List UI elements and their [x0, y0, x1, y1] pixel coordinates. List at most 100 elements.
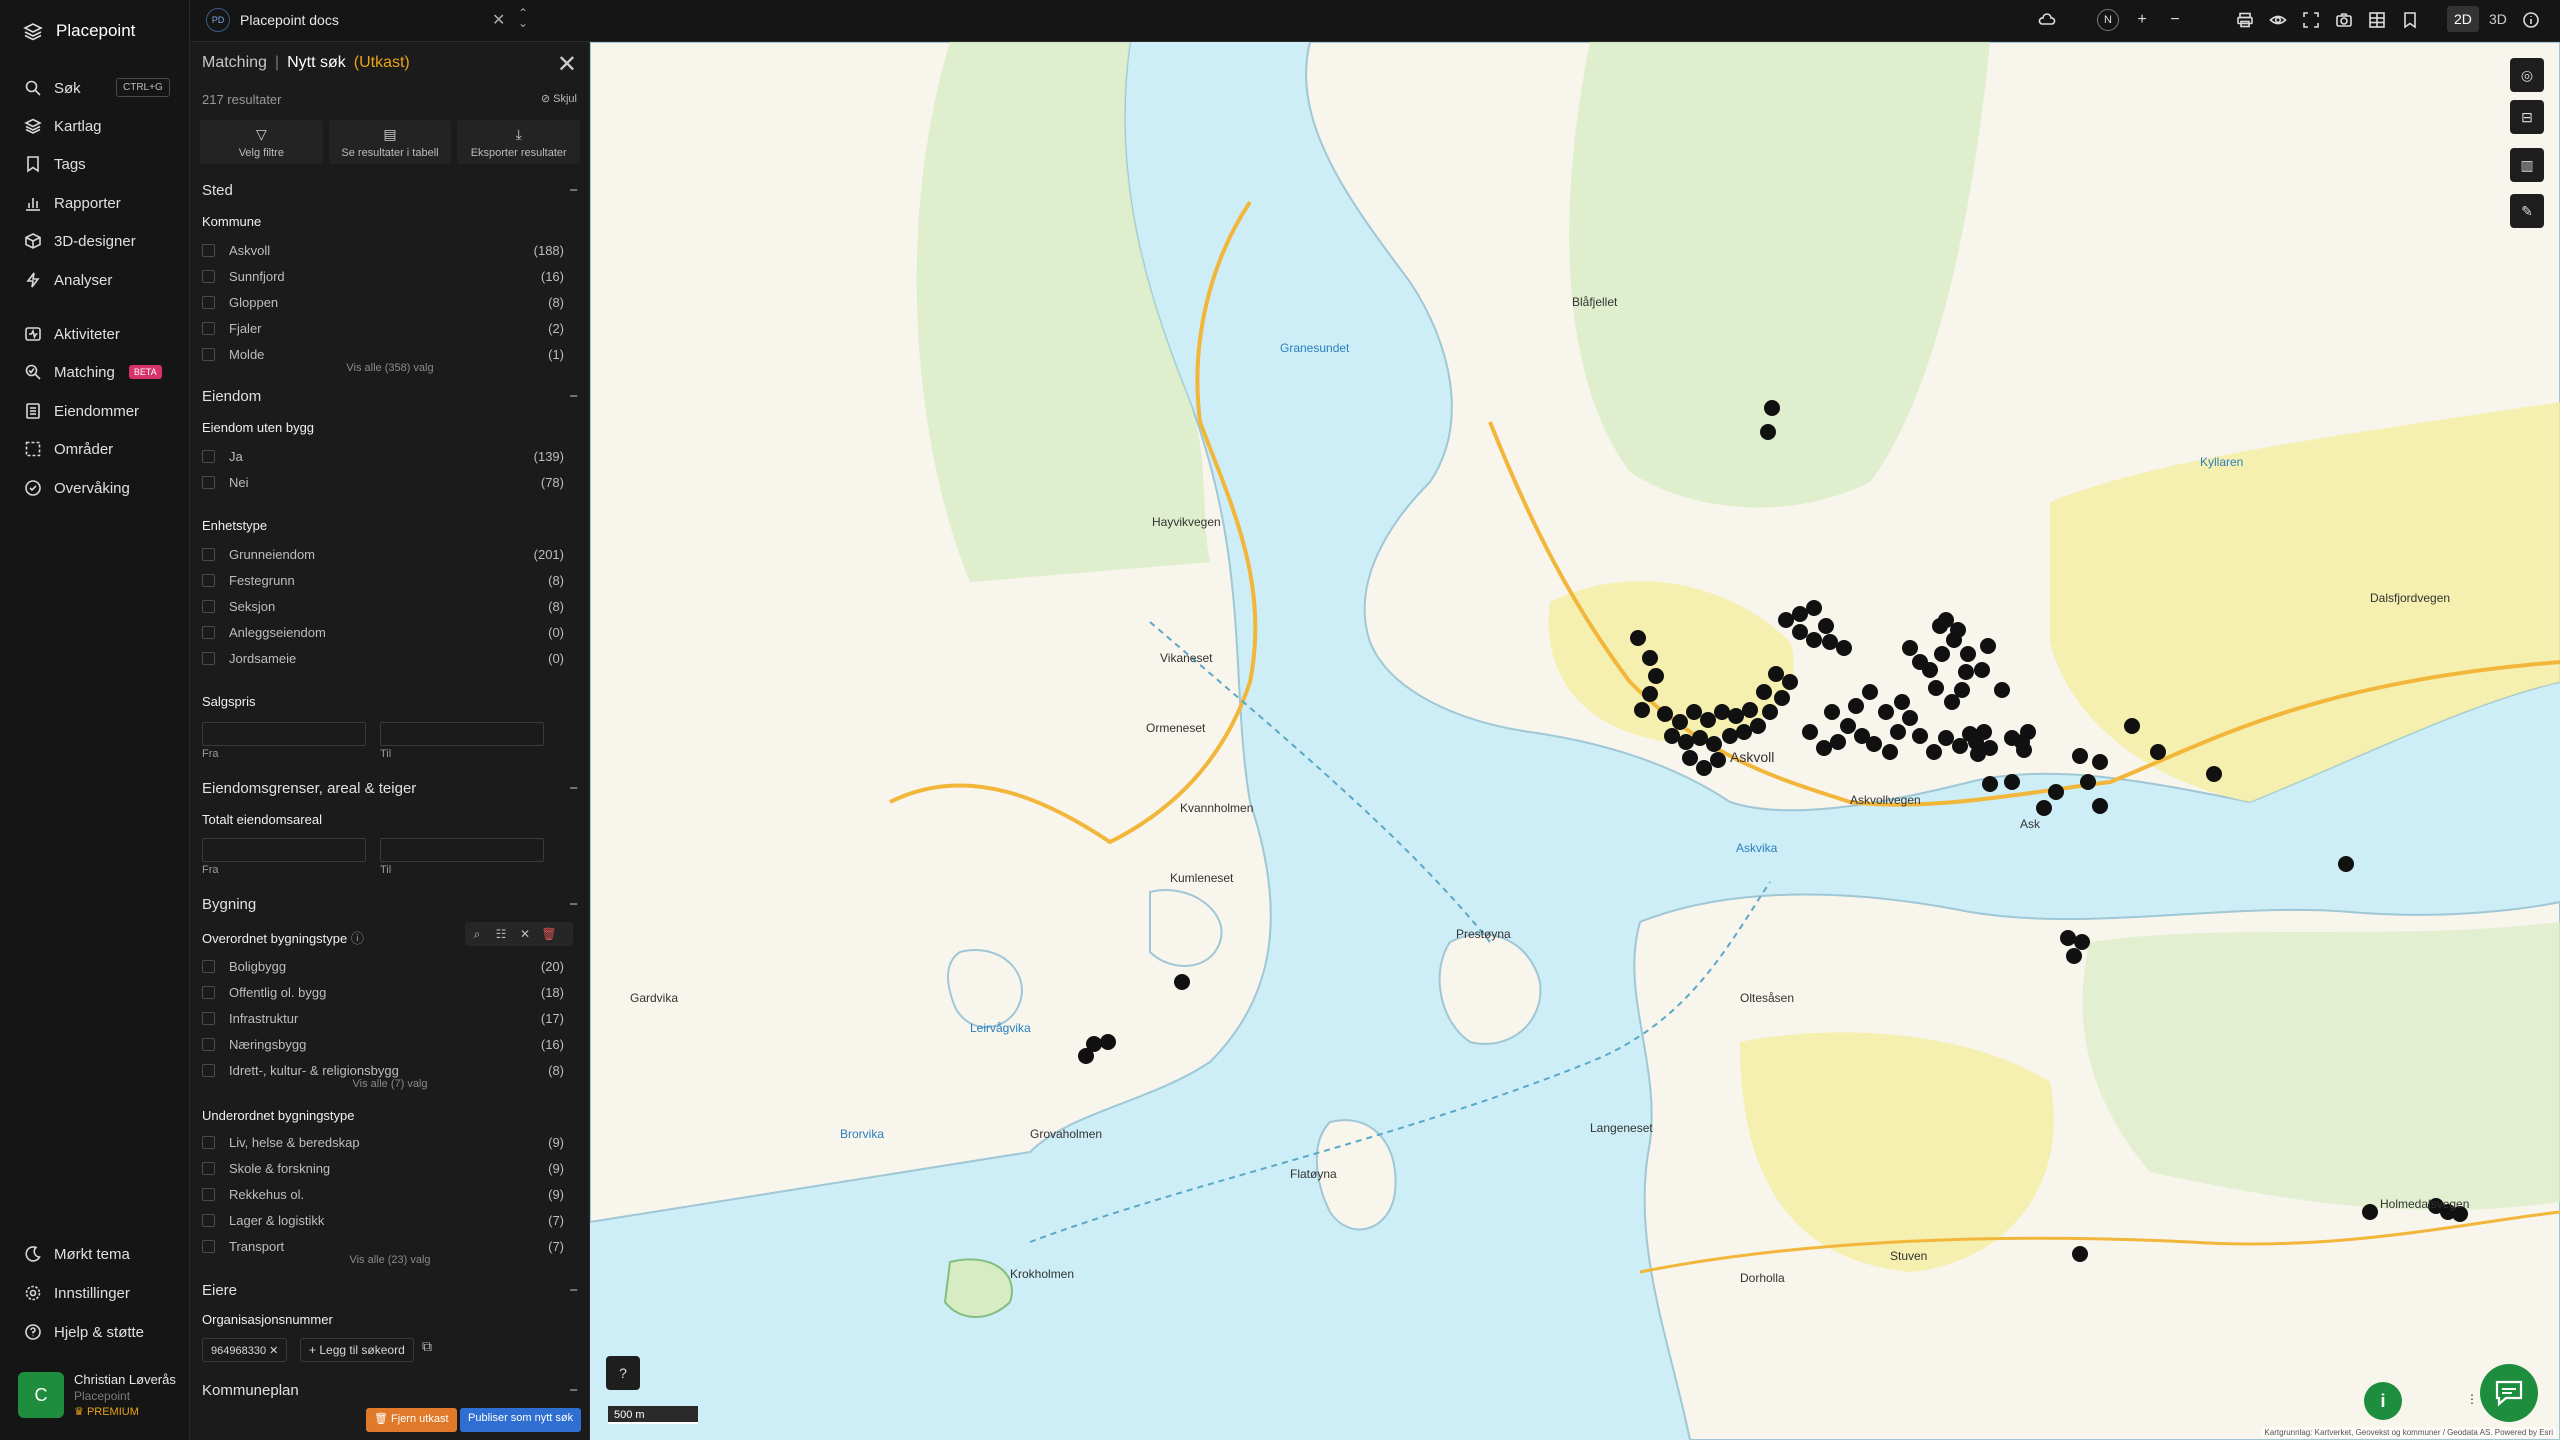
building-sub-option[interactable]: Rekkehus ol. (9)	[202, 1184, 564, 1204]
nav-areas[interactable]: Områder	[24, 437, 113, 461]
area-to-input[interactable]	[380, 838, 544, 862]
show-all-building-main[interactable]: Vis alle (7) valg	[310, 1078, 470, 1090]
nav-settings[interactable]: Innstillinger	[24, 1281, 130, 1305]
nav-monitoring[interactable]: Overvåking	[24, 476, 130, 500]
table-view-button[interactable]: ▤ Se resultater i tabell	[328, 120, 452, 164]
org-number-chip[interactable]: 964968330 ✕	[202, 1338, 288, 1362]
checkbox[interactable]	[202, 449, 215, 463]
nav-layers[interactable]: Kartlag	[24, 114, 102, 138]
section-place[interactable]: Sted −	[202, 182, 578, 199]
nav-reports[interactable]: Rapporter	[24, 191, 121, 215]
municipality-option[interactable]: Sunnfjord (16)	[202, 266, 564, 286]
section-owners[interactable]: Eiere −	[202, 1282, 578, 1299]
camera-icon[interactable]	[2333, 9, 2355, 31]
municipality-option[interactable]: Fjaler (2)	[202, 318, 564, 338]
choose-filters-button[interactable]: ▽ Velg filtre	[200, 120, 323, 164]
checkbox[interactable]	[202, 1187, 215, 1201]
section-building[interactable]: Bygning −	[202, 896, 578, 913]
map-view[interactable]: Blåfjellet Askvollvegen Askvoll Askvika …	[590, 42, 2560, 1440]
search-icon[interactable]: ⌕	[467, 924, 487, 944]
workspace-selector[interactable]: PD Placepoint docs	[206, 8, 339, 32]
unit-type-option[interactable]: Festegrunn (8)	[202, 570, 564, 590]
view-3d-toggle[interactable]: 3D	[2482, 6, 2514, 32]
fullscreen-icon[interactable]	[2300, 9, 2322, 31]
checkbox[interactable]	[202, 269, 215, 283]
show-all-building-sub[interactable]: Vis alle (23) valg	[310, 1254, 470, 1266]
municipality-option[interactable]: Gloppen (8)	[202, 292, 564, 312]
section-boundaries[interactable]: Eiendomsgrenser, areal & teiger −	[202, 780, 578, 797]
nav-matching[interactable]: Matching BETA	[24, 360, 162, 384]
unit-type-option[interactable]: Jordsameie (0)	[202, 648, 564, 668]
section-property[interactable]: Eiendom −	[202, 388, 578, 405]
checkbox[interactable]	[202, 1011, 215, 1025]
view-2d-toggle[interactable]: 2D	[2447, 6, 2479, 32]
building-main-option[interactable]: Boligbygg (20)	[202, 956, 564, 976]
building-main-option[interactable]: Offentlig ol. bygg (18)	[202, 982, 564, 1002]
collapse-icon[interactable]: −	[569, 896, 578, 913]
show-all-municipalities[interactable]: Vis alle (358) valg	[310, 362, 470, 374]
remove-draft-button[interactable]: 🗑 Fjern utkast	[366, 1408, 457, 1432]
checkbox[interactable]	[202, 985, 215, 999]
zoom-out-icon[interactable]: −	[2164, 9, 2186, 31]
checkbox[interactable]	[202, 573, 215, 587]
unit-type-option[interactable]: Anleggseiendom (0)	[202, 622, 564, 642]
checkbox[interactable]	[202, 321, 215, 335]
help-icon[interactable]: ⓘ	[351, 931, 364, 946]
checkbox[interactable]	[202, 475, 215, 489]
nav-analyses[interactable]: Analyser	[24, 268, 112, 292]
map-layers-button[interactable]: ◎	[2510, 58, 2544, 92]
checkbox[interactable]	[202, 1213, 215, 1227]
nav-properties[interactable]: Eiendommer	[24, 399, 139, 423]
checkbox[interactable]	[202, 1135, 215, 1149]
close-icon[interactable]: ✕	[269, 1345, 278, 1357]
nav-tags[interactable]: Tags	[24, 152, 86, 176]
price-from-input[interactable]	[202, 722, 366, 746]
compass-icon[interactable]: N	[2097, 9, 2119, 31]
checkbox[interactable]	[202, 295, 215, 309]
nav-dark-theme[interactable]: Mørkt tema	[24, 1242, 130, 1266]
checkbox[interactable]	[202, 625, 215, 639]
collapse-icon[interactable]: −	[569, 1382, 578, 1399]
building-sub-option[interactable]: Transport (7)	[202, 1236, 564, 1256]
price-to-input[interactable]	[380, 722, 544, 746]
collapse-icon[interactable]: −	[569, 182, 578, 199]
checkbox[interactable]	[202, 1063, 215, 1077]
unit-type-option[interactable]: Grunneiendom (201)	[202, 544, 564, 564]
checkbox[interactable]	[202, 243, 215, 257]
copy-icon[interactable]: ⧉	[422, 1338, 440, 1356]
checkbox[interactable]	[202, 599, 215, 613]
hide-button[interactable]: ⊘ Skjul	[541, 92, 577, 105]
collapse-icon[interactable]: −	[569, 780, 578, 797]
checkbox[interactable]	[202, 347, 215, 361]
map-help-button[interactable]: ?	[606, 1356, 640, 1390]
building-sub-option[interactable]: Liv, helse & beredskap (9)	[202, 1132, 564, 1152]
publish-button[interactable]: Publiser som nytt søk	[460, 1408, 582, 1432]
building-main-option[interactable]: Idrett-, kultur- & religionsbygg (8)	[202, 1060, 564, 1080]
grid-icon[interactable]	[2366, 9, 2388, 31]
brand[interactable]: Placepoint	[22, 20, 135, 42]
building-main-option[interactable]: Infrastruktur (17)	[202, 1008, 564, 1028]
trash-icon[interactable]: 🗑	[539, 924, 559, 944]
building-sub-option[interactable]: Skole & forskning (9)	[202, 1158, 564, 1178]
checkbox[interactable]	[202, 547, 215, 561]
nav-3d-designer[interactable]: 3D-designer	[24, 229, 136, 253]
building-sub-option[interactable]: Lager & logistikk (7)	[202, 1210, 564, 1230]
clear-workspace-icon[interactable]: ✕	[492, 10, 505, 30]
area-from-input[interactable]	[202, 838, 366, 862]
nav-search[interactable]: Søk	[24, 76, 81, 100]
building-main-option[interactable]: Næringsbygg (16)	[202, 1034, 564, 1054]
bookmark-icon[interactable]	[2399, 9, 2421, 31]
zoom-in-icon[interactable]: +	[2131, 9, 2153, 31]
chat-button[interactable]	[2480, 1364, 2538, 1422]
no-building-option[interactable]: Ja (139)	[202, 446, 564, 466]
eye-icon[interactable]	[2267, 9, 2289, 31]
collapse-icon[interactable]: −	[569, 388, 578, 405]
checkbox[interactable]	[202, 1239, 215, 1253]
measure-button[interactable]: ⊟	[2510, 100, 2544, 134]
unit-type-option[interactable]: Seksjon (8)	[202, 596, 564, 616]
breadcrumb-matching[interactable]: Matching	[202, 54, 267, 72]
user-profile[interactable]: C Christian Løverås Placepoint ♛ PREMIUM	[18, 1372, 176, 1418]
info-button[interactable]: i	[2364, 1382, 2402, 1420]
checkbox[interactable]	[202, 1037, 215, 1051]
chart-button[interactable]: ▥	[2510, 148, 2544, 182]
